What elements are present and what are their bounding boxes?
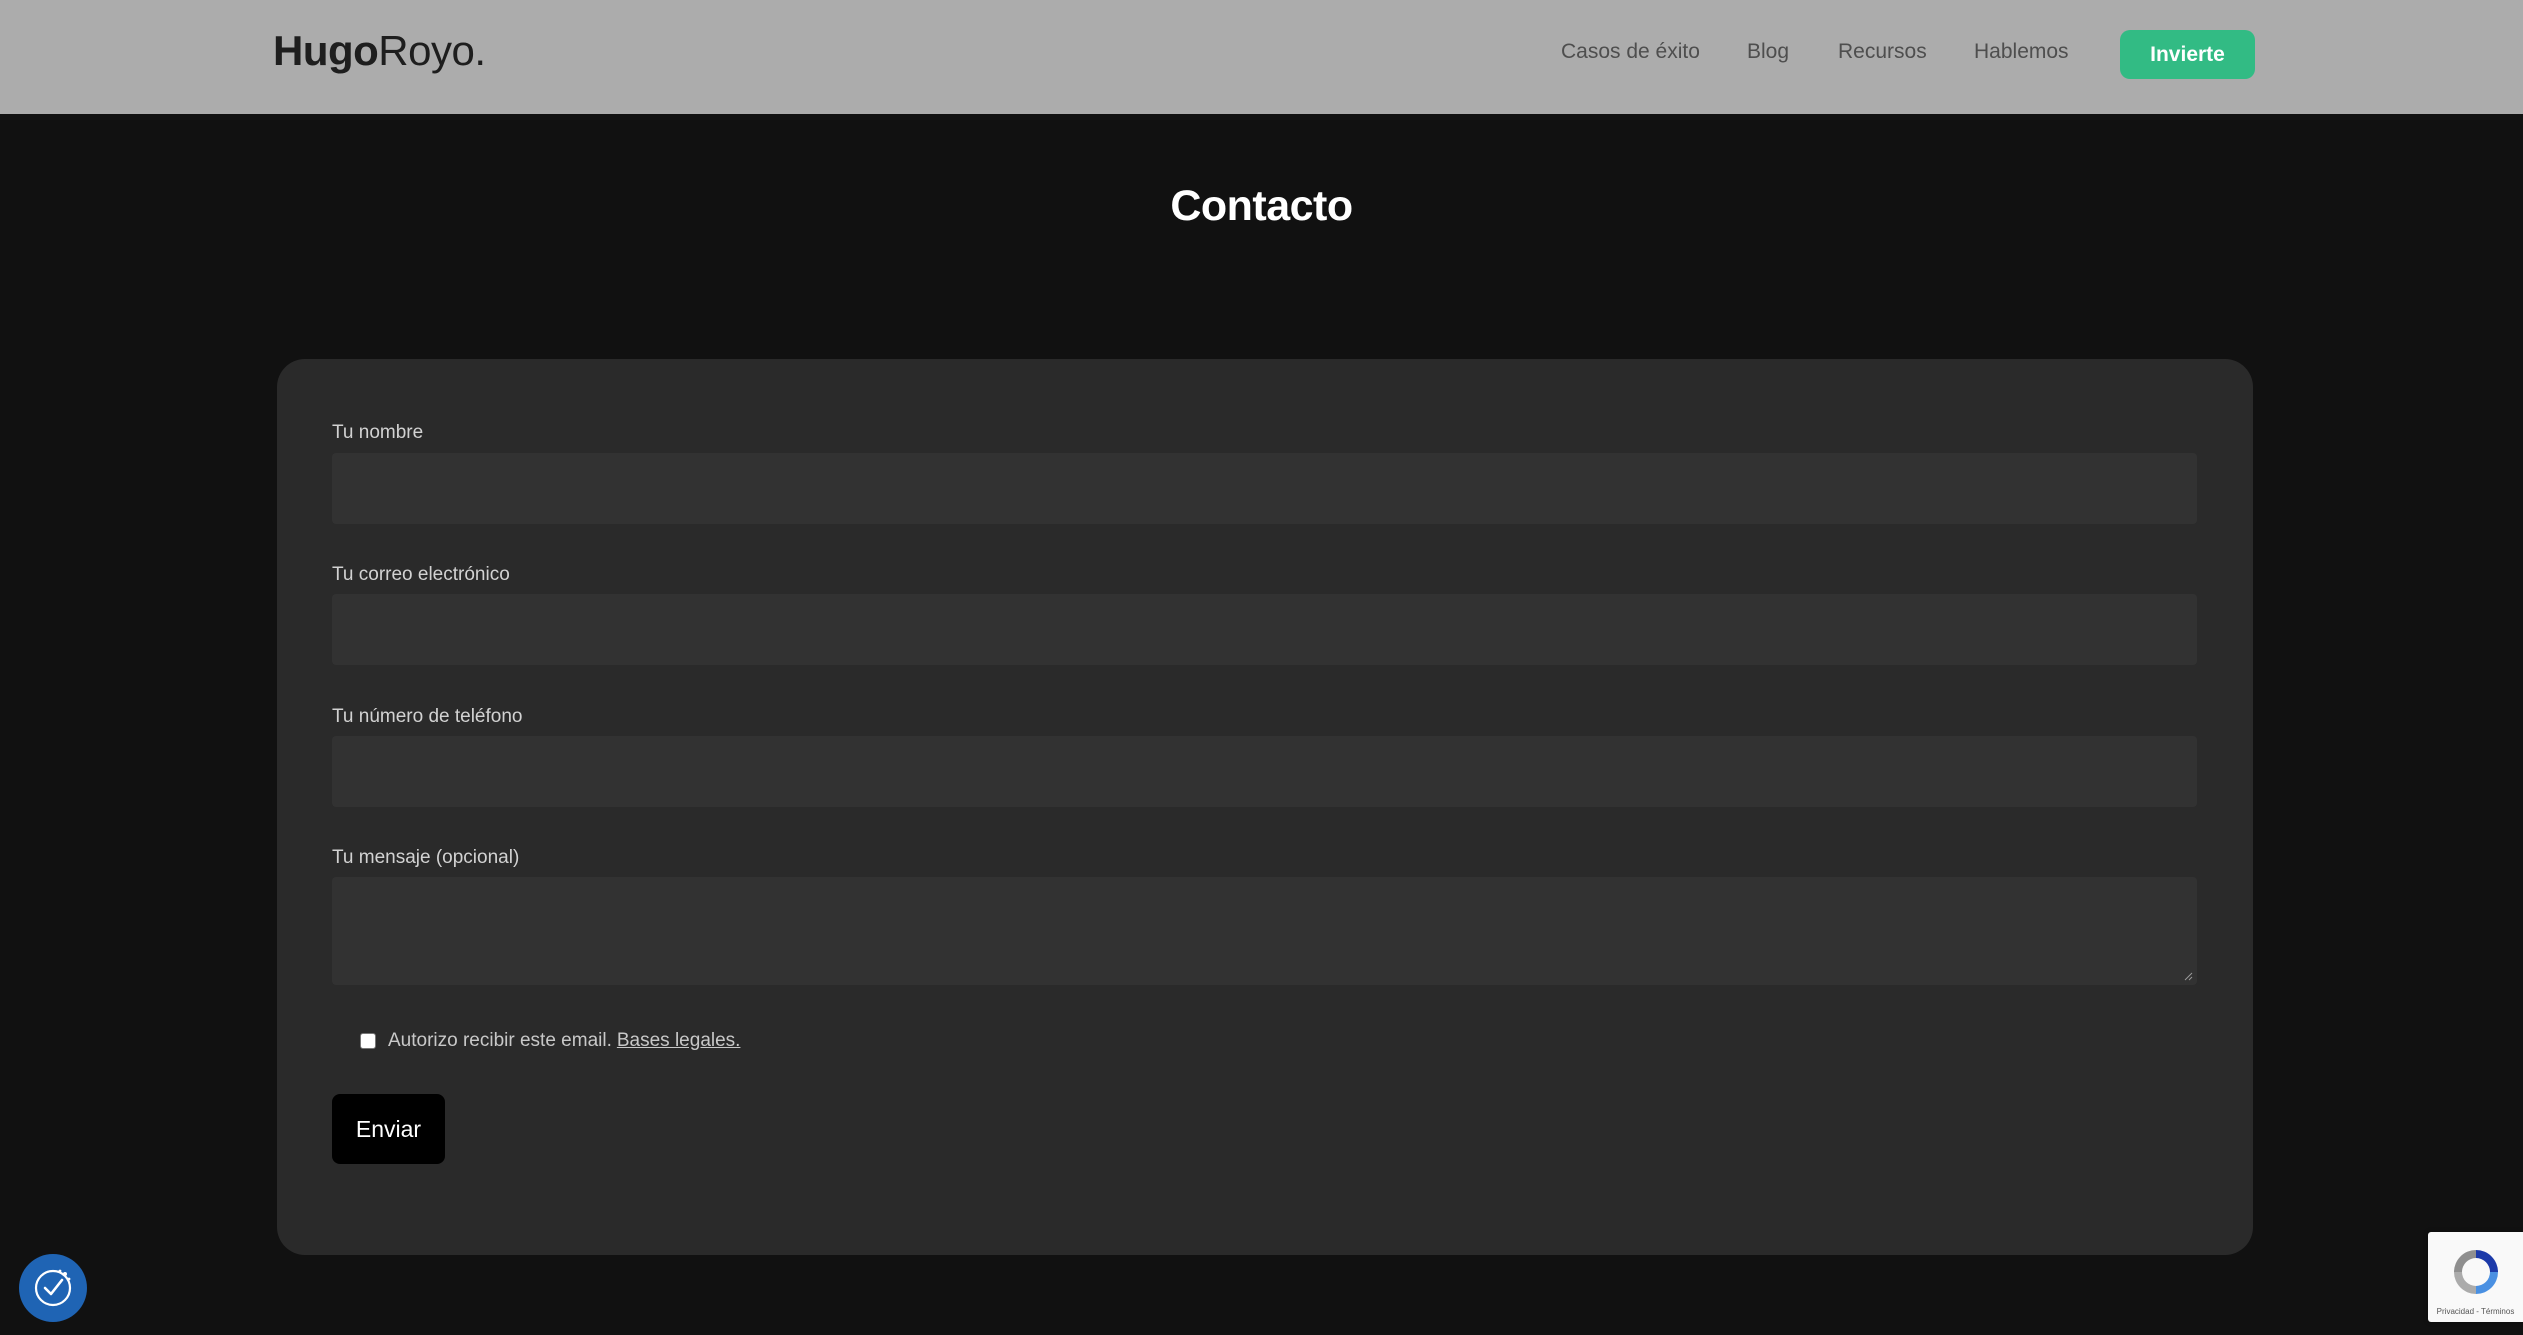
logo-bold-text: Hugo	[273, 27, 379, 74]
page-title: Contacto	[1170, 182, 1353, 230]
nav-link-hablemos[interactable]: Hablemos	[1974, 40, 2069, 64]
cookie-consent-button[interactable]	[19, 1254, 87, 1322]
contact-form: Tu nombre Tu correo electrónico Tu númer…	[277, 359, 2253, 1255]
consent-text: Autorizo recibir este email.	[388, 1030, 612, 1051]
bases-legales-link[interactable]: Bases legales.	[617, 1030, 741, 1052]
consent-checkbox[interactable]	[360, 1033, 376, 1049]
nav-link-casos-de-exito[interactable]: Casos de éxito	[1561, 40, 1700, 64]
email-input[interactable]	[332, 594, 2197, 665]
cookie-check-icon	[34, 1269, 72, 1307]
logo-light-text: Royo.	[378, 27, 486, 74]
nav-link-recursos[interactable]: Recursos	[1838, 40, 1927, 64]
name-input[interactable]	[332, 453, 2197, 524]
site-logo[interactable]: HugoRoyo.	[273, 27, 486, 75]
message-label: Tu mensaje (opcional)	[332, 847, 520, 868]
email-label: Tu correo electrónico	[332, 564, 510, 585]
recaptcha-text[interactable]: Privacidad - Términos	[2428, 1307, 2523, 1316]
message-textarea[interactable]	[332, 877, 2197, 985]
name-label: Tu nombre	[332, 422, 424, 443]
resize-grip-icon[interactable]	[2183, 971, 2193, 981]
invierte-button[interactable]: Invierte	[2120, 30, 2255, 79]
site-header: HugoRoyo. Casos de éxito Blog Recursos H…	[0, 0, 2523, 114]
phone-label: Tu número de teléfono	[332, 706, 523, 727]
consent-row: Autorizo recibir este email. Bases legal…	[360, 1030, 740, 1052]
recaptcha-icon	[2454, 1250, 2498, 1294]
recaptcha-badge[interactable]: Privacidad - Términos	[2428, 1232, 2523, 1322]
phone-input[interactable]	[332, 736, 2197, 807]
submit-button[interactable]: Enviar	[332, 1094, 445, 1164]
nav-link-blog[interactable]: Blog	[1747, 40, 1789, 64]
